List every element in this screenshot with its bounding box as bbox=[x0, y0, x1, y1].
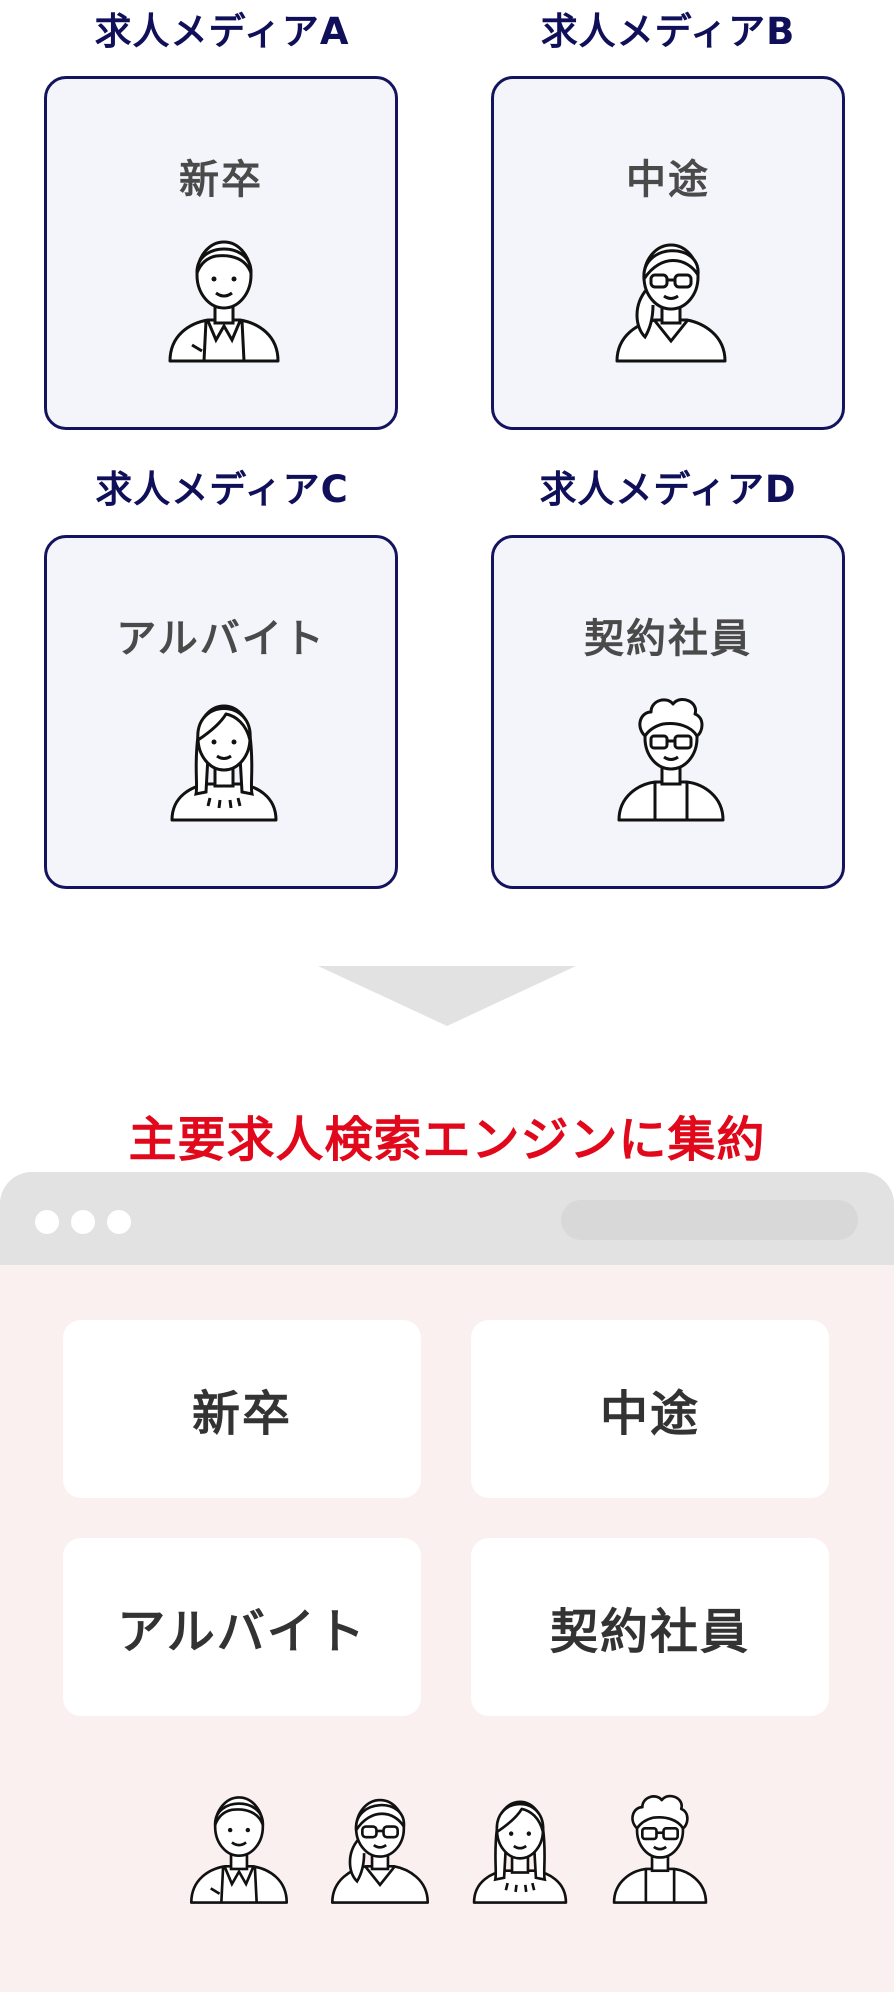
media-b-card: 中途 bbox=[491, 76, 845, 430]
down-arrow-icon bbox=[318, 966, 576, 1026]
media-b-title: 求人メディアB bbox=[540, 10, 796, 53]
media-a-title: 求人メディアA bbox=[94, 10, 350, 53]
part-time-person-icon bbox=[467, 1780, 573, 1912]
mid-career-woman-icon bbox=[327, 1780, 433, 1912]
mid-career-woman-icon bbox=[611, 227, 731, 367]
media-d-card: 契約社員 bbox=[491, 535, 845, 889]
category-label: 契約社員 bbox=[549, 1604, 750, 1660]
contract-employee-icon bbox=[611, 686, 731, 826]
new-grad-person-icon bbox=[186, 1780, 292, 1912]
media-c-label: アルバイト bbox=[116, 616, 326, 662]
window-dot-icon bbox=[71, 1210, 95, 1234]
browser-window: 新卒 中途 アルバイト 契約社員 bbox=[0, 1172, 894, 1992]
media-c-card: アルバイト bbox=[44, 535, 398, 889]
category-label: アルバイト bbox=[117, 1604, 367, 1660]
category-card-contract: 契約社員 bbox=[471, 1538, 829, 1716]
browser-toolbar bbox=[0, 1172, 894, 1265]
new-grad-person-icon bbox=[164, 227, 284, 367]
media-d-title: 求人メディアD bbox=[539, 468, 797, 511]
window-dot-icon bbox=[35, 1210, 59, 1234]
category-card-part-time: アルバイト bbox=[63, 1538, 421, 1716]
category-card-mid-career: 中途 bbox=[471, 1320, 829, 1498]
address-bar bbox=[561, 1200, 858, 1240]
category-label: 新卒 bbox=[191, 1386, 292, 1442]
part-time-person-icon bbox=[164, 686, 284, 826]
category-label: 中途 bbox=[599, 1386, 700, 1442]
category-card-new-grad: 新卒 bbox=[63, 1320, 421, 1498]
media-c-title: 求人メディアC bbox=[95, 468, 349, 511]
media-a-label: 新卒 bbox=[179, 157, 263, 203]
media-d-label: 契約社員 bbox=[584, 616, 752, 662]
contract-employee-icon bbox=[607, 1780, 713, 1912]
engine-title: 主要求人検索エンジンに集約 bbox=[128, 1112, 766, 1168]
media-a-card: 新卒 bbox=[44, 76, 398, 430]
media-b-label: 中途 bbox=[626, 157, 710, 203]
window-dot-icon bbox=[107, 1210, 131, 1234]
